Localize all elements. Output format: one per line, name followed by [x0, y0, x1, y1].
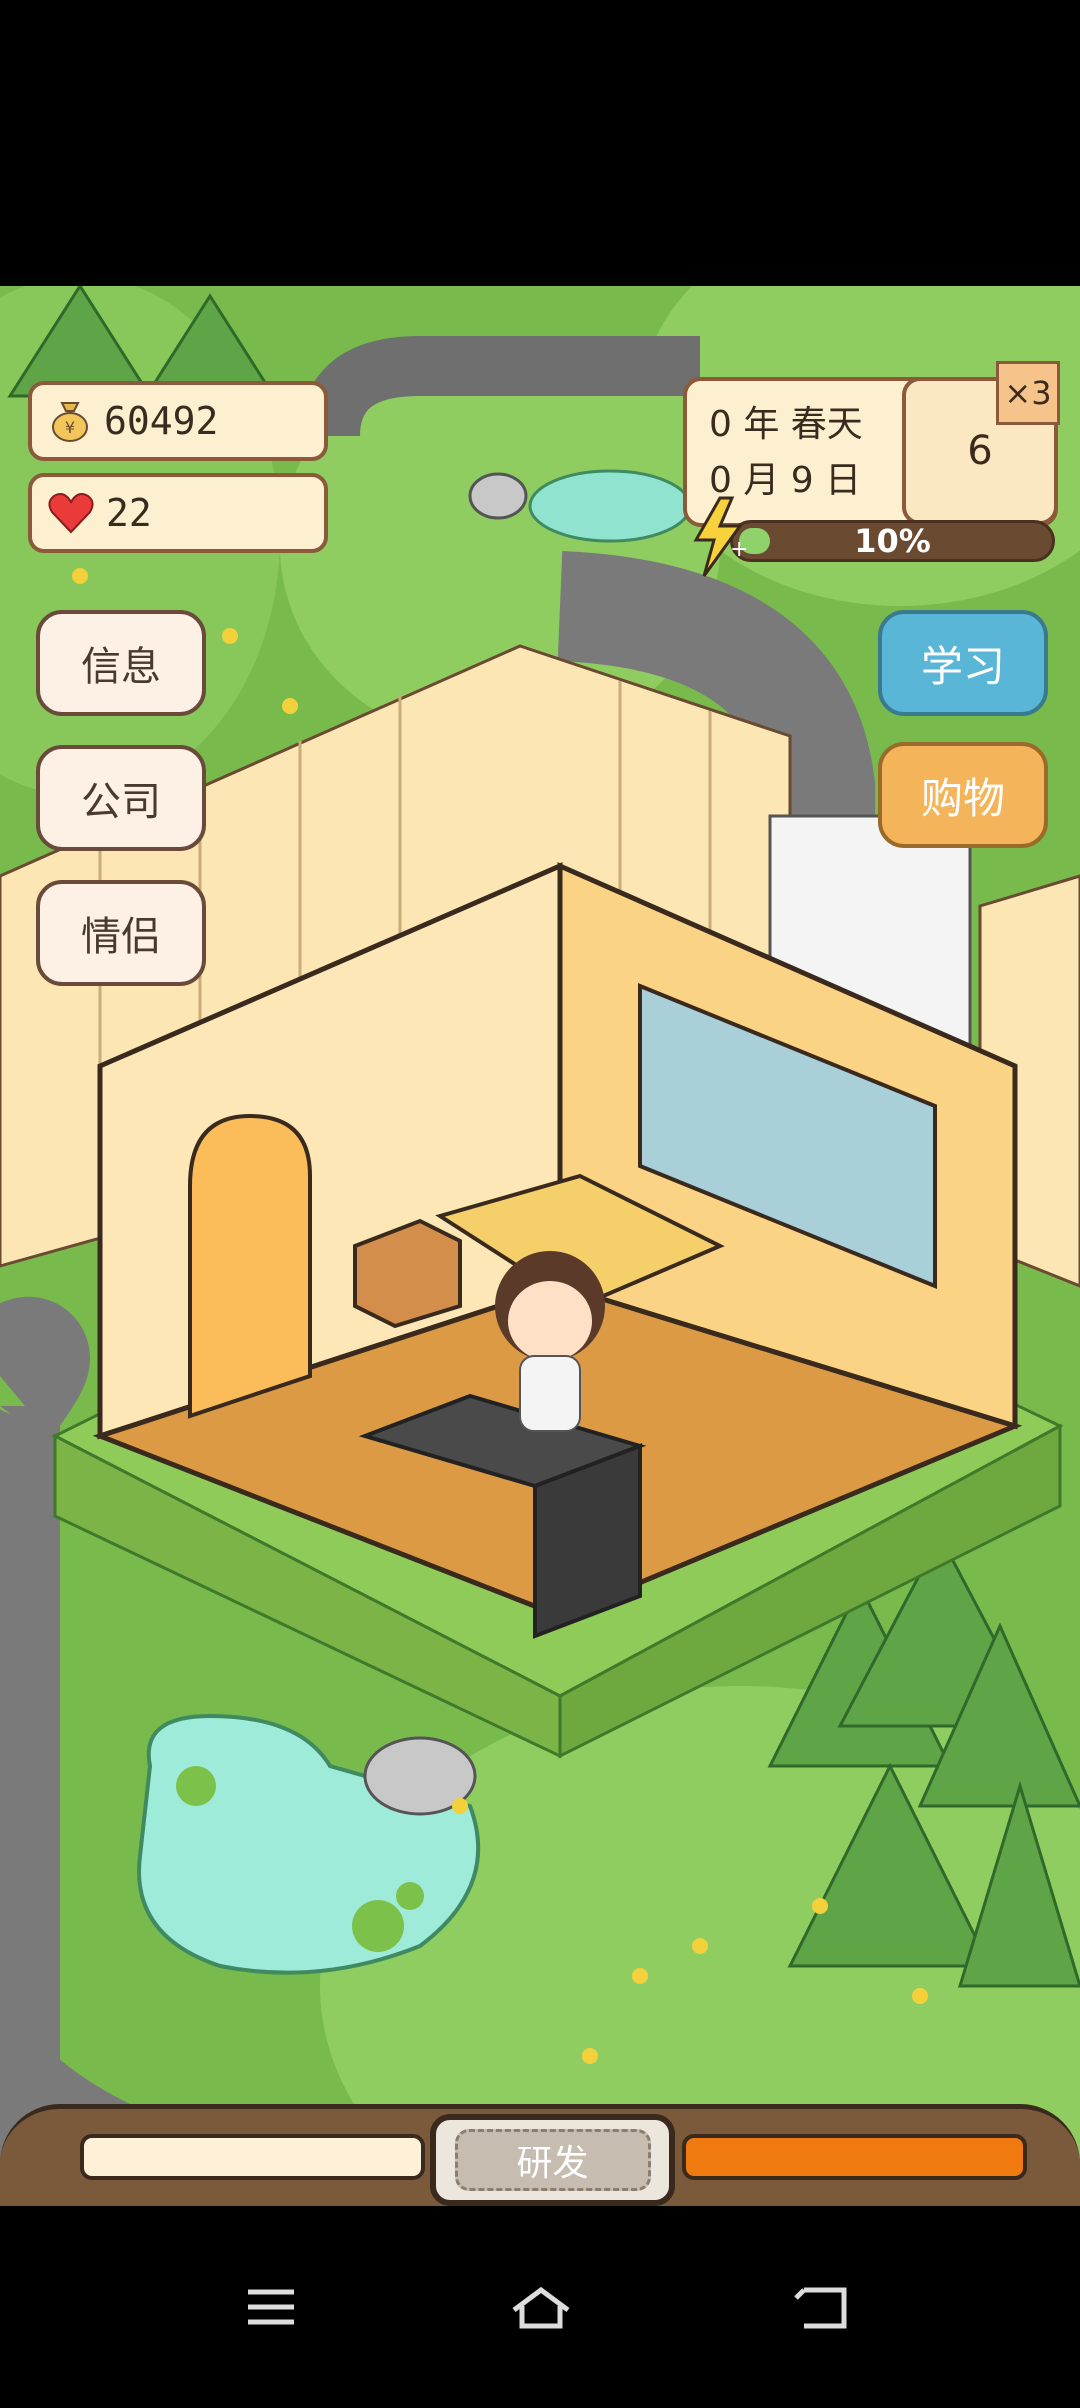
energy-bar: 10% [730, 520, 1055, 562]
hearts-display: 22 [28, 473, 328, 553]
money-bag-icon: ¥ [46, 397, 94, 445]
home-icon[interactable] [496, 2262, 586, 2352]
svg-text:¥: ¥ [65, 418, 75, 437]
right-progress-bar [682, 2134, 1027, 2180]
study-button[interactable]: 学习 [878, 610, 1048, 716]
couple-button[interactable]: 情侣 [36, 880, 206, 986]
hearts-value: 22 [106, 491, 152, 535]
money-display: ¥ 60492 [28, 381, 328, 461]
menu-icon[interactable] [226, 2262, 316, 2352]
shop-button[interactable]: 购物 [878, 742, 1048, 848]
back-icon[interactable] [776, 2262, 866, 2352]
day-counter-value: 6 [967, 428, 993, 474]
speed-multiplier-value: ×3 [1004, 374, 1052, 412]
background-illustration [0, 286, 1080, 2206]
research-button[interactable]: 研发 [430, 2114, 675, 2206]
shop-button-label: 购物 [920, 773, 1005, 823]
game-scene [0, 286, 1080, 2206]
heart-icon [46, 490, 96, 536]
money-value: 60492 [104, 399, 219, 443]
left-progress-bar [80, 2134, 425, 2180]
research-button-label: 研发 [454, 2129, 651, 2191]
company-button-label: 公司 [81, 779, 161, 825]
svg-text:+: + [730, 537, 746, 562]
study-button-label: 学习 [920, 641, 1005, 691]
info-button-label: 信息 [81, 644, 161, 690]
lightning-icon: + [690, 496, 748, 578]
energy-percent-text: 10% [854, 522, 931, 560]
bottom-action-bar: 研发 [0, 2104, 1080, 2206]
couple-button-label: 情侣 [81, 914, 161, 960]
info-button[interactable]: 信息 [36, 610, 206, 716]
year-season-text: 0 年 春天 [709, 404, 863, 445]
speed-multiplier-button[interactable]: ×3 [996, 361, 1060, 425]
company-button[interactable]: 公司 [36, 745, 206, 851]
system-nav-bar [0, 2206, 1080, 2408]
